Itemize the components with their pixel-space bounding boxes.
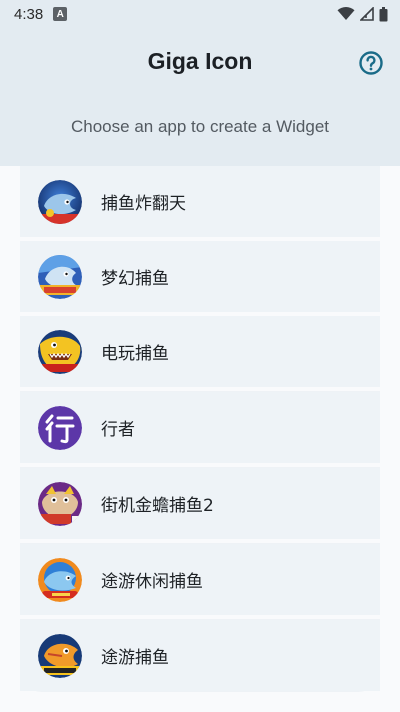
help-circle-icon[interactable] xyxy=(358,50,384,76)
status-time: 4:38 xyxy=(14,5,44,23)
list-item[interactable]: 捕鱼炸翻天 xyxy=(20,166,380,241)
app-list: 捕鱼炸翻天 梦幻捕鱼 电玩捕鱼 行者 街机金蟾捕鱼2 途游休闲捕鱼 途游捕鱼 xyxy=(20,166,380,692)
app-label: 街机金蟾捕鱼2 xyxy=(101,496,214,516)
app-header: Giga Icon Choose an app to create a Widg… xyxy=(0,28,400,166)
list-item[interactable]: 行者 xyxy=(20,392,380,467)
battery-icon xyxy=(379,6,388,21)
header-subtitle: Choose an app to create a Widget xyxy=(71,117,329,136)
fishing-game-icon xyxy=(38,481,82,526)
fishing-game-icon xyxy=(38,179,82,224)
app-label: 途游捕鱼 xyxy=(101,648,169,668)
app-label: 捕鱼炸翻天 xyxy=(101,194,186,214)
list-item[interactable]: 街机金蟾捕鱼2 xyxy=(20,468,380,543)
wifi-icon xyxy=(337,7,355,20)
a-icon: A xyxy=(53,7,68,21)
fishing-game-icon xyxy=(38,329,82,374)
list-item[interactable]: 电玩捕鱼 xyxy=(20,316,380,391)
fishing-game-icon xyxy=(38,254,82,299)
list-item[interactable]: 途游休闲捕鱼 xyxy=(20,544,380,619)
status-bar: 4:38 A xyxy=(0,0,400,28)
signal-icon xyxy=(360,7,374,21)
app-label: 电玩捕鱼 xyxy=(101,344,169,364)
fishing-game-icon xyxy=(38,633,82,678)
fishing-game-icon xyxy=(38,557,82,602)
app-label: 梦幻捕鱼 xyxy=(101,269,169,289)
app-label: 行者 xyxy=(101,420,135,440)
list-item[interactable]: 途游捕鱼 xyxy=(20,620,380,691)
app-title: Giga Icon xyxy=(147,48,253,74)
list-item[interactable]: 梦幻捕鱼 xyxy=(20,241,380,316)
status-icons xyxy=(337,6,388,22)
xingzhe-icon xyxy=(38,405,82,450)
app-label: 途游休闲捕鱼 xyxy=(101,572,203,592)
